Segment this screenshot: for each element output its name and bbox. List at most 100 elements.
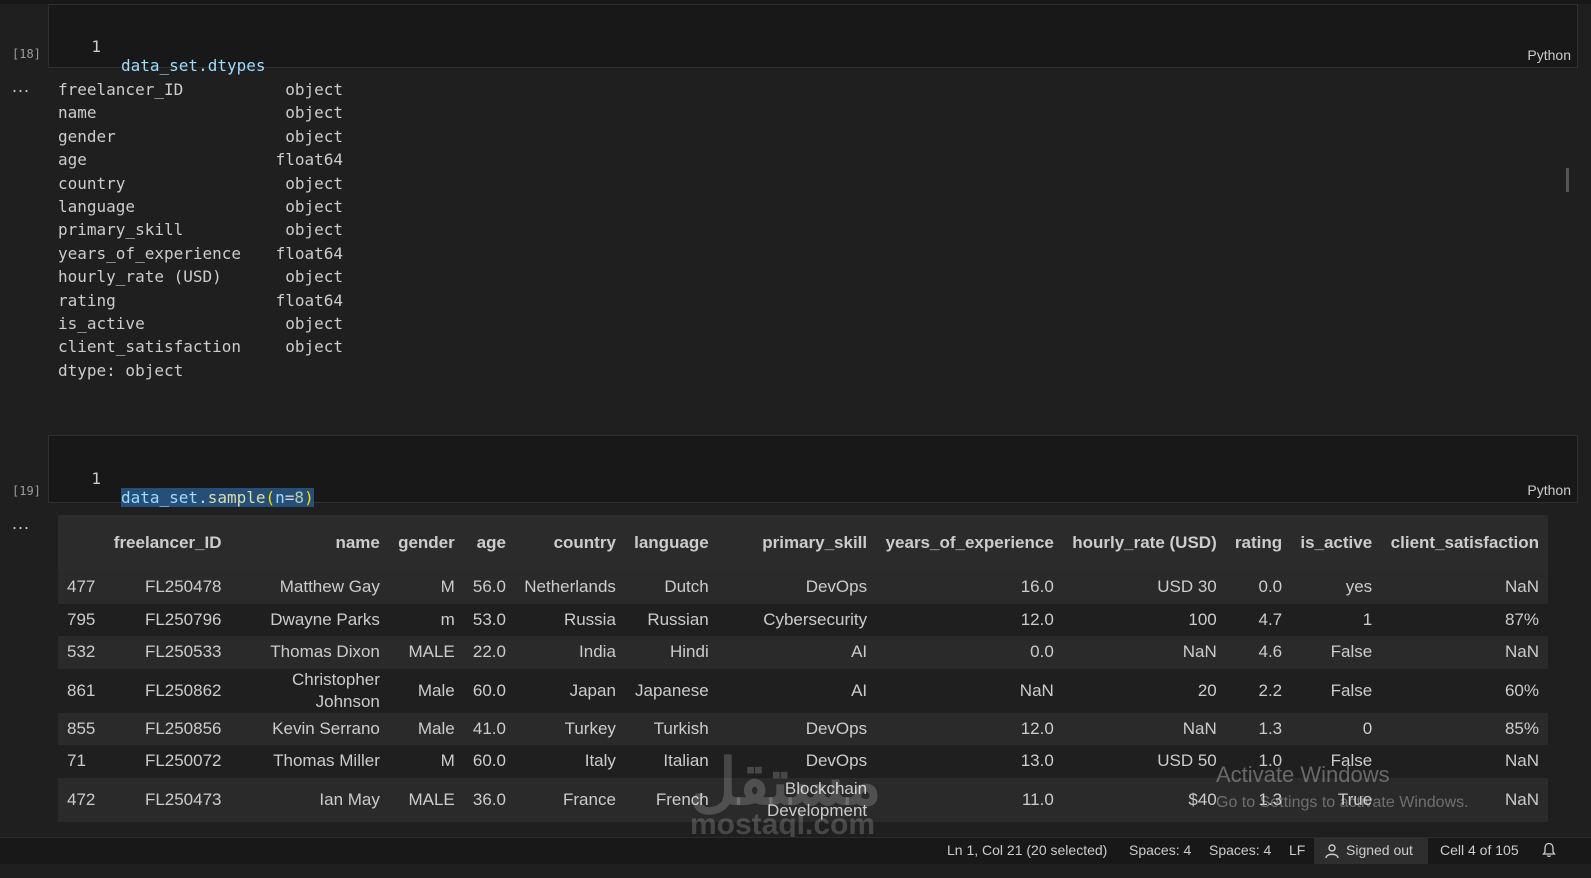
table-cell: Russia [514, 603, 625, 636]
table-row: 795 FL250796 Dwayne Parks m 53.0 Russia Russia… [58, 603, 1548, 636]
table-cell: NaN [1381, 571, 1548, 604]
table-cell: 56.0 [463, 571, 515, 604]
activation-subtitle: Go to Settings to activate Windows. [1216, 794, 1469, 811]
output-more-actions-19[interactable]: ... [12, 513, 30, 534]
dtype-row: primary_skill object [58, 218, 358, 241]
table-cell: 85% [1381, 712, 1548, 745]
code-text[interactable]: data_set.dtypes [121, 56, 266, 75]
scrollbar-marker[interactable] [1566, 168, 1569, 192]
table-cell: NaN [1381, 636, 1548, 669]
table-cell: $40 [1062, 777, 1226, 822]
dtype-row: years_of_experience float64 [58, 242, 358, 265]
table-cell: NaN [876, 668, 1063, 713]
dtype-column-name: hourly_rate (USD) [58, 267, 222, 287]
table-cell: 87% [1381, 603, 1548, 636]
column-header: client_satisfaction [1381, 515, 1548, 571]
table-cell: 1 [1291, 603, 1382, 636]
table-cell: NaN [1062, 712, 1226, 745]
cell-language-label[interactable]: Python [1527, 482, 1571, 498]
account-icon [1325, 844, 1339, 859]
table-cell: 4.6 [1225, 636, 1292, 669]
table-cell: 100 [1062, 603, 1226, 636]
table-cell: 11.0 [876, 777, 1063, 822]
table-cell: Netherlands [514, 571, 625, 604]
dtype-value: object [285, 126, 343, 146]
table-row: 861 FL250862 Christopher Johnson Male 60.0 Ja… [58, 668, 1548, 713]
line-number: 1 [91, 37, 101, 56]
table-cell: 16.0 [876, 571, 1063, 604]
table-cell: India [514, 636, 625, 669]
table-cell: 60.0 [463, 668, 515, 713]
dtype-value: object [285, 267, 343, 287]
execution-count-18: [18] [12, 47, 41, 61]
table-cell: 12.0 [876, 603, 1063, 636]
table-cell: 12.0 [876, 712, 1063, 745]
table-cell: False [1291, 668, 1382, 713]
table-cell: NaN [1381, 745, 1548, 778]
table-cell: AI [717, 668, 877, 713]
table-cell: MALE [388, 636, 464, 669]
table-cell: m [388, 603, 464, 636]
code-lparen: ( [265, 488, 276, 507]
dtype-value: object [285, 80, 343, 99]
dtype-value: object [285, 173, 343, 193]
dtype-value: object [285, 337, 343, 357]
column-header: hourly_rate (USD) [1062, 515, 1226, 571]
dtype-column-name: name [58, 103, 97, 123]
table-cell: 53.0 [463, 603, 515, 636]
table-cell: NaN [1062, 636, 1226, 669]
column-header: language [624, 515, 718, 571]
dtype-row: client_satisfaction object [58, 335, 358, 358]
code-text[interactable]: data_set.sample(n=8) [121, 488, 314, 507]
row-index: 472 [58, 777, 105, 822]
row-index: 71 [58, 745, 105, 778]
table-cell: MALE [388, 777, 464, 822]
dtype-column-name: rating [58, 290, 116, 310]
indentation-spaces[interactable]: Spaces: 4 [1129, 842, 1191, 858]
table-cell: Thomas Miller [230, 745, 389, 778]
dtypes-output: freelancer_ID object name object gender objec… [58, 78, 358, 382]
row-index: 855 [58, 712, 105, 745]
cursor-position[interactable]: Ln 1, Col 21 (20 selected) [947, 842, 1107, 858]
dtype-value: object [285, 220, 343, 240]
code-eq: = [284, 488, 295, 507]
dtype-row: gender object [58, 125, 358, 148]
column-header: primary_skill [717, 515, 877, 571]
code-cell-18[interactable]: 1 data_set.dtypes Python [48, 4, 1578, 75]
table-cell: 22.0 [463, 636, 515, 669]
table-cell: USD 30 [1062, 571, 1226, 604]
end-of-line[interactable]: LF [1289, 842, 1305, 858]
table-cell: yes [1291, 571, 1382, 604]
dtype-value: object [285, 103, 343, 123]
account-status[interactable]: Signed out [1314, 838, 1428, 864]
table-cell: FL250856 [104, 712, 231, 745]
cell-language-label[interactable]: Python [1527, 47, 1571, 63]
table-header-row: freelancer_ID name gender age country languag… [58, 515, 1548, 571]
table-cell: 0.0 [1225, 571, 1292, 604]
code-cell-19[interactable]: 1 data_set.sample(n=8) Python [48, 435, 1578, 507]
code-object: data_set [121, 488, 199, 507]
dtype-value: object [285, 196, 343, 216]
dtype-value: object [285, 313, 343, 333]
table-cell: Dwayne Parks [230, 603, 389, 636]
row-index: 795 [58, 603, 105, 636]
table-cell: 4.7 [1225, 603, 1292, 636]
status-bar: Ln 1, Col 21 (20 selected) Spaces: 4 Spa… [0, 837, 1591, 864]
dtype-row: rating float64 [58, 289, 358, 312]
table-cell: 0.0 [876, 636, 1063, 669]
table-row: 532 FL250533 Thomas Dixon MALE 22.0 India Hind… [58, 636, 1548, 669]
table-cell: France [514, 777, 625, 822]
table-cell: Dutch [624, 571, 718, 604]
table-cell: False [1291, 636, 1382, 669]
dtype-footer: dtype: object [58, 360, 184, 380]
dtype-value: float64 [275, 290, 343, 310]
code-function: sample [207, 488, 266, 507]
bell-icon[interactable] [1541, 842, 1557, 858]
dtype-column-name: primary_skill [58, 220, 184, 240]
dtype-column-name: client_satisfaction [58, 337, 242, 357]
indentation-spaces-2[interactable]: Spaces: 4 [1209, 842, 1271, 858]
bottom-edge [0, 864, 1591, 878]
output-more-actions-18[interactable]: ... [12, 76, 30, 97]
cell-indicator[interactable]: Cell 4 of 105 [1440, 842, 1519, 858]
table-row: 855 FL250856 Kevin Serrano Male 41.0 Turkey Tu… [58, 712, 1548, 745]
